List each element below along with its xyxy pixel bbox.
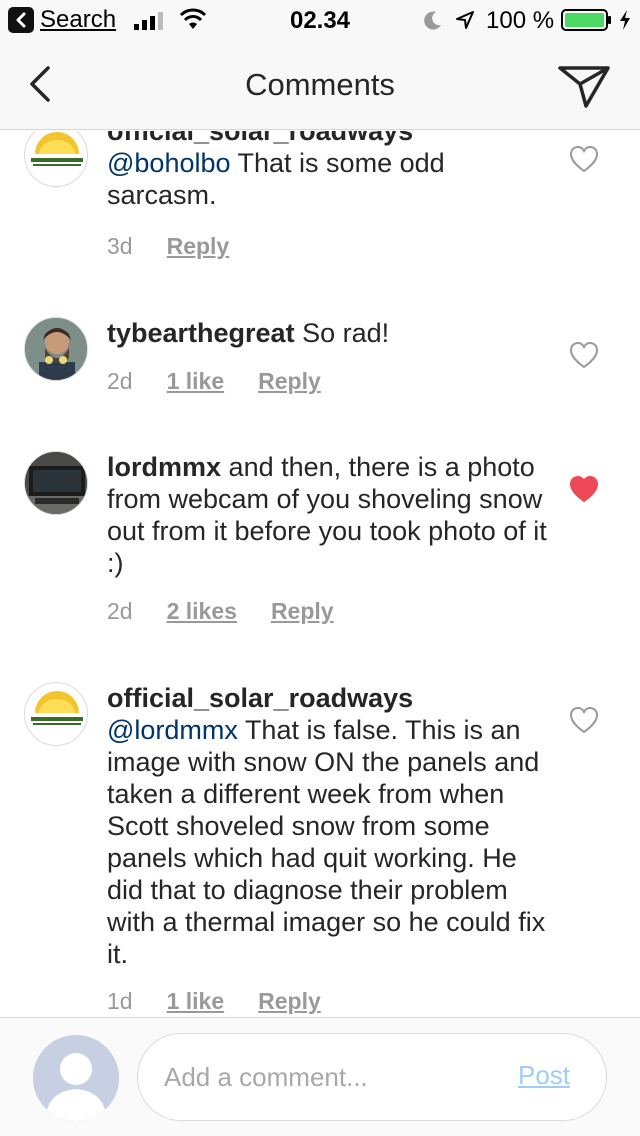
heart-icon-liked[interactable] bbox=[569, 475, 599, 503]
direct-message-button[interactable] bbox=[556, 60, 612, 112]
battery-icon bbox=[561, 9, 611, 31]
comment-item: tybearthegreat So rad! 2d 1 like Reply bbox=[0, 317, 640, 417]
avatar[interactable] bbox=[24, 451, 88, 515]
status-bar: Search 02.34 100 % bbox=[0, 0, 640, 40]
comment-age: 3d bbox=[107, 233, 133, 259]
moon-icon bbox=[424, 11, 441, 30]
avatar[interactable] bbox=[24, 682, 88, 746]
post-button[interactable]: Post bbox=[518, 1060, 570, 1091]
comment-age: 1d bbox=[107, 988, 133, 1014]
location-icon bbox=[456, 11, 474, 29]
charge-icon bbox=[620, 10, 630, 30]
solar-roadways-logo bbox=[31, 691, 83, 725]
likes-link[interactable]: 1 like bbox=[167, 988, 225, 1015]
comment-meta: 2d 2 likes Reply bbox=[107, 598, 368, 625]
comment-input[interactable] bbox=[164, 1034, 504, 1120]
page-title: Comments bbox=[245, 67, 395, 102]
comment-meta: 2d 1 like Reply bbox=[107, 368, 355, 395]
comment-text: lordmmx and then, there is a photo from … bbox=[107, 451, 557, 579]
solar-roadways-logo bbox=[31, 132, 83, 166]
comment-text: official_solar_roadways @lordmmx That is… bbox=[107, 682, 557, 970]
comments-list[interactable]: official_solar_roadways @boholbo That is… bbox=[0, 131, 640, 1017]
comment-item: official_solar_roadways @boholbo That is… bbox=[0, 131, 640, 275]
comment-age: 2d bbox=[107, 598, 133, 624]
reply-button[interactable]: Reply bbox=[167, 233, 230, 260]
heart-icon[interactable] bbox=[569, 341, 599, 369]
comment-username[interactable]: tybearthegreat bbox=[107, 318, 295, 348]
avatar[interactable] bbox=[24, 317, 88, 381]
comment-mention[interactable]: @lordmmx bbox=[107, 715, 238, 745]
comment-composer: Post bbox=[0, 1017, 640, 1136]
comment-text: tybearthegreat So rad! bbox=[107, 317, 557, 349]
reply-button[interactable]: Reply bbox=[258, 368, 321, 395]
comment-username[interactable]: lordmmx bbox=[107, 452, 221, 482]
comment-item: lordmmx and then, there is a photo from … bbox=[0, 451, 640, 631]
comment-meta: 3d Reply bbox=[107, 233, 263, 260]
comment-age: 2d bbox=[107, 368, 133, 394]
user-photo bbox=[25, 452, 87, 514]
comment-box: Post bbox=[137, 1033, 607, 1121]
comment-meta: 1d 1 like Reply bbox=[107, 988, 355, 1015]
comment-username[interactable]: official_solar_roadways bbox=[107, 683, 413, 713]
user-silhouette-icon bbox=[33, 1035, 119, 1121]
heart-icon[interactable] bbox=[569, 706, 599, 734]
comment-item: official_solar_roadways @lordmmx That is… bbox=[0, 682, 640, 1017]
comment-username[interactable]: official_solar_roadways bbox=[107, 131, 413, 146]
user-photo bbox=[25, 318, 87, 380]
comment-text: official_solar_roadways @boholbo That is… bbox=[107, 131, 557, 211]
avatar[interactable] bbox=[24, 131, 88, 187]
comment-body: So rad! bbox=[302, 318, 390, 348]
reply-button[interactable]: Reply bbox=[271, 598, 334, 625]
likes-link[interactable]: 2 likes bbox=[167, 598, 237, 625]
current-user-avatar bbox=[33, 1035, 119, 1121]
likes-link[interactable]: 1 like bbox=[167, 368, 225, 395]
comment-mention[interactable]: @boholbo bbox=[107, 148, 231, 178]
nav-header: Comments bbox=[0, 40, 640, 130]
heart-icon[interactable] bbox=[569, 145, 599, 173]
direct-message-icon bbox=[558, 66, 610, 108]
reply-button[interactable]: Reply bbox=[258, 988, 321, 1015]
battery-percentage: 100 % bbox=[486, 7, 555, 34]
comment-body: That is false. This is an image with sno… bbox=[107, 715, 546, 969]
